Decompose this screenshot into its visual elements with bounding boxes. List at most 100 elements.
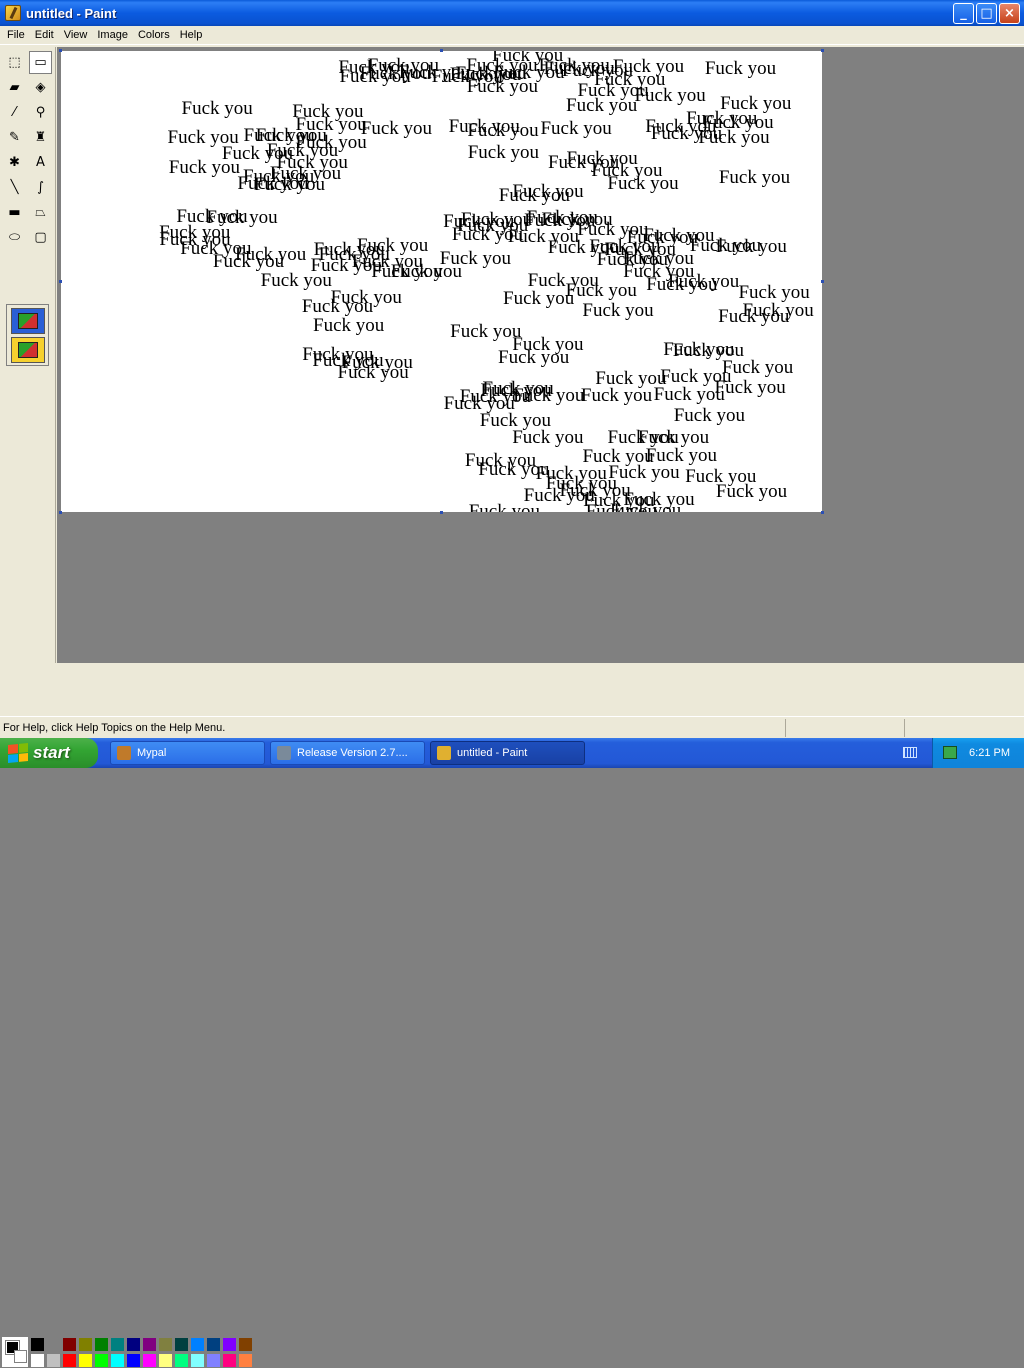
polygon-tool-button[interactable]: ⏢ <box>29 201 52 224</box>
color-swatch[interactable] <box>238 1337 253 1352</box>
rect-select-tool-button[interactable]: ▭ <box>29 51 52 74</box>
airbrush-icon: ✱ <box>9 155 20 170</box>
window-title: untitled - Paint <box>26 5 117 21</box>
color-swatch[interactable] <box>94 1337 109 1352</box>
canvas-resize-handle[interactable] <box>440 49 443 52</box>
canvas-text-stamp: Fuck you <box>467 120 539 142</box>
menu-help[interactable]: Help <box>175 27 208 44</box>
text-tool-button[interactable]: A <box>29 151 52 174</box>
rounded-rect-tool-button[interactable]: ▢ <box>29 226 52 249</box>
canvas-resize-handle[interactable] <box>440 511 443 514</box>
tool-options-box <box>6 304 49 366</box>
canvas-resize-handle[interactable] <box>59 49 62 52</box>
color-swatch[interactable] <box>206 1353 221 1368</box>
keyboard-icon[interactable] <box>903 747 917 758</box>
clock[interactable]: 6:21 PM <box>969 747 1010 759</box>
maximize-button[interactable]: □ <box>976 3 997 24</box>
color-swatch[interactable] <box>190 1337 205 1352</box>
menu-view[interactable]: View <box>59 27 93 44</box>
line-tool-button[interactable]: ╲ <box>3 176 26 199</box>
color-swatch[interactable] <box>174 1337 189 1352</box>
color-swatch[interactable] <box>78 1337 93 1352</box>
canvas-text-stamp: Fuck you <box>565 279 637 301</box>
color-swatch[interactable] <box>110 1353 125 1368</box>
status-help-text: For Help, click Help Topics on the Help … <box>3 721 226 734</box>
color-swatch[interactable] <box>222 1337 237 1352</box>
windows-flag-icon <box>8 742 28 764</box>
color-swatch[interactable] <box>30 1337 45 1352</box>
network-icon[interactable] <box>943 746 957 759</box>
canvas-resize-handle[interactable] <box>821 49 824 52</box>
color-swatch[interactable] <box>30 1353 45 1368</box>
release-app-icon <box>277 746 291 760</box>
paint-window: untitled - Paint _ □ × File Edit View Im… <box>0 0 1024 1368</box>
color-swatch[interactable] <box>94 1353 109 1368</box>
paint-app-icon[interactable] <box>5 5 21 21</box>
color-swatch[interactable] <box>158 1353 173 1368</box>
color-swatch[interactable] <box>46 1337 61 1352</box>
airbrush-tool-button[interactable]: ✱ <box>3 151 26 174</box>
color-swatch[interactable] <box>142 1353 157 1368</box>
color-swatch[interactable] <box>78 1353 93 1368</box>
menu-colors[interactable]: Colors <box>133 27 175 44</box>
task-mypal[interactable]: Mypal <box>110 741 265 765</box>
ellipse-tool-button[interactable]: ⬭ <box>3 226 26 249</box>
canvas-text-stamp: Fuck you <box>439 247 512 269</box>
free-select-tool-button[interactable]: ⬚ <box>3 51 26 74</box>
color-swatch[interactable] <box>62 1353 77 1368</box>
brush-tool-button[interactable]: ♜ <box>29 126 52 149</box>
canvas-text-stamp: Fuck you <box>181 97 253 119</box>
canvas-text-stamp: Fuck you <box>221 142 294 164</box>
minimize-button[interactable]: _ <box>953 3 974 24</box>
color-swatch[interactable] <box>238 1353 253 1368</box>
color-swatch[interactable] <box>62 1337 77 1352</box>
color-swatch[interactable] <box>206 1337 221 1352</box>
color-picker-tool-button[interactable]: ⁄ <box>3 101 26 124</box>
eraser-tool-button[interactable]: ▰ <box>3 76 26 99</box>
canvas-resize-handle[interactable] <box>821 280 824 283</box>
drawing-canvas[interactable]: Fuck you Fuck you Fuck you Fuck you Fuck you… <box>61 51 822 512</box>
task-paint[interactable]: untitled - Paint <box>430 741 585 765</box>
color-swatch[interactable] <box>110 1337 125 1352</box>
color-swatch[interactable] <box>174 1353 189 1368</box>
canvas-text-stamp: Fuck you <box>595 368 667 390</box>
color-swatch[interactable] <box>190 1353 205 1368</box>
canvas-resize-handle[interactable] <box>821 511 824 514</box>
canvas-text-stamp: Fuck you <box>467 141 539 163</box>
canvas-text-stamp: Fuck you <box>698 127 770 149</box>
fill-tool-button[interactable]: ◈ <box>29 76 52 99</box>
opaque-option-icon <box>18 313 38 329</box>
color-swatch[interactable] <box>142 1337 157 1352</box>
color-swatch[interactable] <box>126 1353 141 1368</box>
menu-edit[interactable]: Edit <box>30 27 59 44</box>
close-button[interactable]: × <box>999 3 1020 24</box>
canvas-text-stamp: Fuck you <box>673 404 745 426</box>
current-colors-box[interactable] <box>1 1336 29 1368</box>
pencil-tool-button[interactable]: ✎ <box>3 126 26 149</box>
color-swatch[interactable] <box>126 1337 141 1352</box>
rectangle-tool-button[interactable]: ▬ <box>3 201 26 224</box>
canvas-text-stamp: Fuck you <box>212 251 285 273</box>
canvas-resize-handle[interactable] <box>59 511 62 514</box>
menu-image[interactable]: Image <box>92 27 133 44</box>
menu-file[interactable]: File <box>2 27 30 44</box>
canvas-resize-handle[interactable] <box>59 280 62 283</box>
magnifier-tool-button[interactable]: ⚲ <box>29 101 52 124</box>
canvas-text-stamp: Fuck you <box>637 426 710 448</box>
magnifier-icon: ⚲ <box>35 105 46 120</box>
curve-tool-button[interactable]: ∫ <box>29 176 52 199</box>
transparent-option[interactable] <box>11 337 45 363</box>
start-button[interactable]: start <box>0 738 98 768</box>
color-swatch[interactable] <box>46 1353 61 1368</box>
color-swatch[interactable] <box>222 1353 237 1368</box>
canvas-text-stamp: Fuck you <box>512 427 584 449</box>
canvas-text-stamp: Fuck you <box>341 352 413 374</box>
title-bar[interactable]: untitled - Paint _ □ × <box>0 0 1024 26</box>
canvas-text-stamp: Fuck you <box>738 281 810 303</box>
task-release-version[interactable]: Release Version 2.7.... <box>270 741 425 765</box>
color-swatch[interactable] <box>158 1337 173 1352</box>
canvas-text-stamp: Fuck you <box>668 271 740 293</box>
opaque-option[interactable] <box>11 308 45 334</box>
color-palette <box>0 664 1024 1368</box>
canvas-text-stamp: Fuck you <box>540 118 612 140</box>
